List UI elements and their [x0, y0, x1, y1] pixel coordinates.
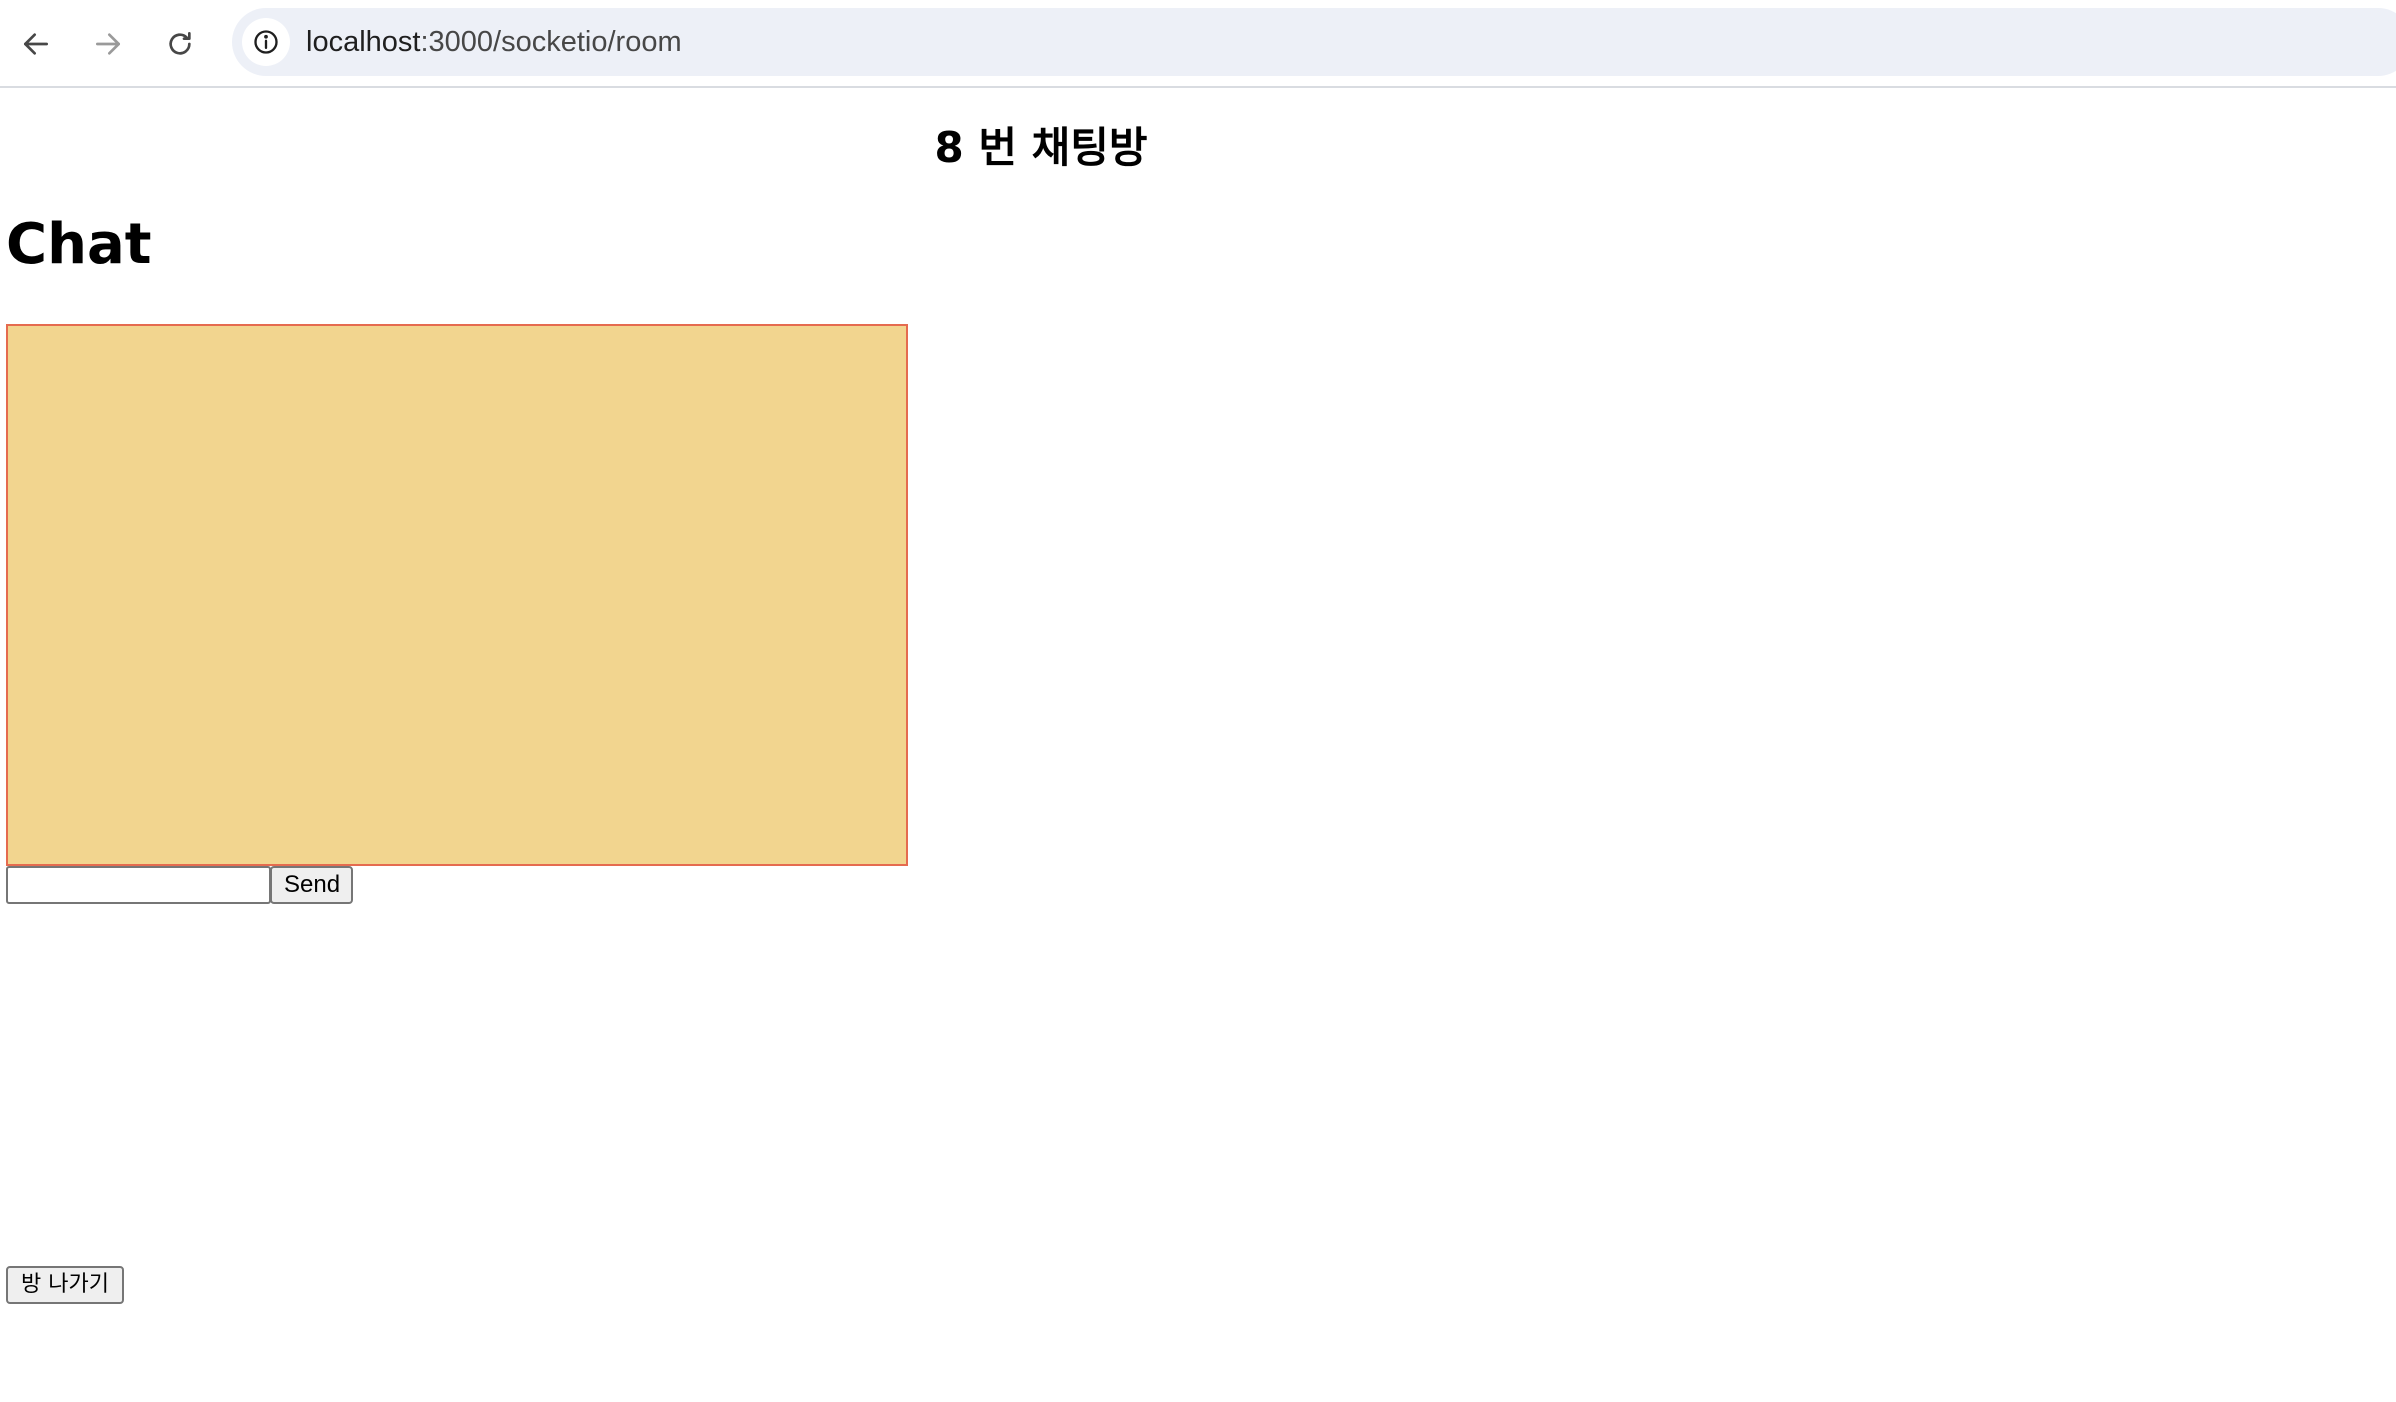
- info-icon: [254, 30, 278, 54]
- forward-button[interactable]: [82, 18, 134, 70]
- url-host: localhost: [306, 26, 421, 58]
- reload-button[interactable]: [154, 18, 206, 70]
- site-info-button[interactable]: [242, 18, 290, 66]
- leave-room-button[interactable]: 방 나가기: [6, 1266, 124, 1304]
- reload-icon: [169, 32, 191, 55]
- browser-toolbar: localhost:3000/socketio/room: [0, 0, 2396, 88]
- send-button[interactable]: Send: [270, 866, 353, 904]
- chat-log: [6, 324, 908, 866]
- chat-heading: Chat: [6, 212, 152, 277]
- back-button[interactable]: [10, 18, 62, 70]
- arrow-right-icon: [96, 33, 120, 55]
- room-title: 8 번 채팅방: [934, 123, 1148, 172]
- arrow-left-icon: [24, 33, 48, 55]
- url-text[interactable]: localhost:3000/socketio/room: [306, 8, 682, 76]
- page-content: 8 번 채팅방 Chat Send 방 나가기: [0, 90, 2396, 1402]
- message-input[interactable]: [6, 866, 271, 904]
- address-bar[interactable]: localhost:3000/socketio/room: [232, 8, 2396, 76]
- url-path: :3000/socketio/room: [420, 26, 682, 58]
